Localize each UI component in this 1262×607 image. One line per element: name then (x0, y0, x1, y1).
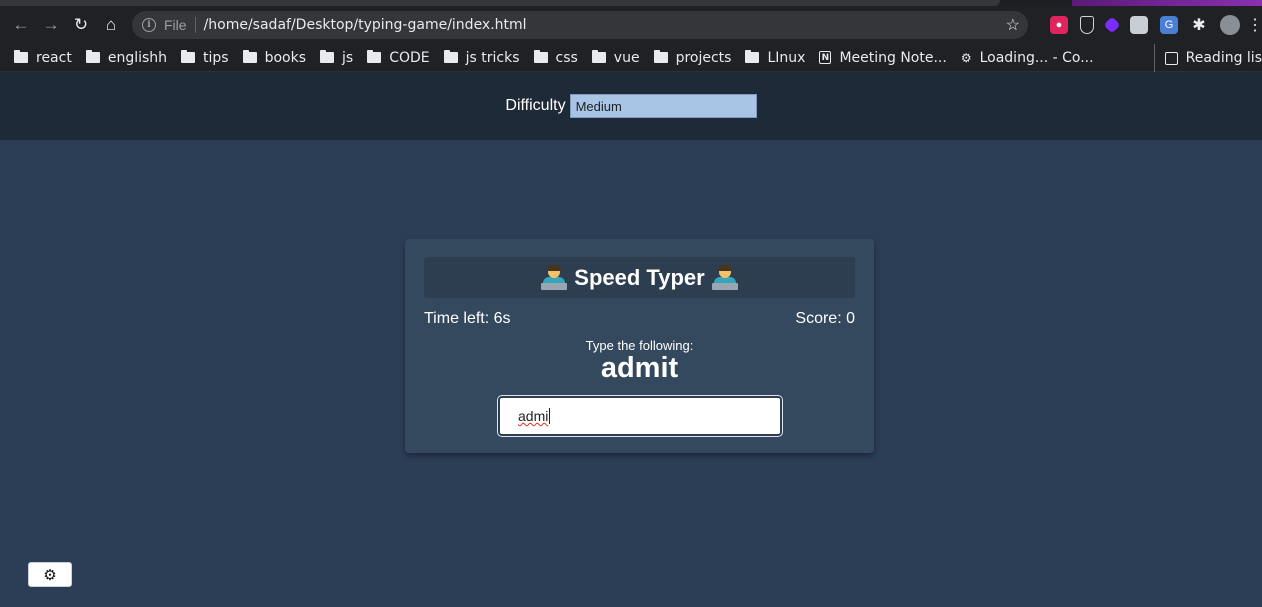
bookmark-tips[interactable]: tips (181, 50, 229, 66)
bookmark-projects[interactable]: projects (653, 49, 732, 66)
bookmark-label: books (264, 49, 307, 66)
bookmark-code[interactable]: CODE (367, 49, 430, 66)
game-title: Speed Typer (534, 264, 744, 291)
bookmark-css[interactable]: css (533, 49, 578, 66)
title-banner: Speed Typer (424, 257, 855, 298)
browser-toolbar: ← → ↻ ⌂ i File /home/sadaf/Desktop/typin… (0, 6, 1262, 44)
home-icon[interactable]: ⌂ (96, 10, 126, 40)
folder-icon (14, 50, 28, 63)
url-text[interactable]: /home/sadaf/Desktop/typing-game/index.ht… (204, 17, 527, 33)
difficulty-select[interactable]: Medium (569, 94, 757, 118)
extension-red-icon[interactable]: ● (1050, 16, 1068, 34)
extensions-area: ● G ✱ ⋮ (1050, 13, 1262, 37)
shield-extension-icon[interactable] (1080, 16, 1094, 34)
reading-list-label: Reading lis (1185, 50, 1262, 66)
more-menu-icon[interactable]: ⋮ (1247, 16, 1262, 34)
bookmark-label: css (555, 49, 578, 66)
bookmark-star-icon[interactable]: ☆ (1006, 15, 1020, 35)
folder-icon (745, 50, 760, 63)
omnibox-divider (194, 17, 196, 33)
bookmark-linux[interactable]: LInux (745, 50, 805, 66)
notion-icon: N (819, 51, 832, 64)
profile-avatar[interactable] (1220, 15, 1240, 35)
technologist-emoji-icon (711, 264, 738, 290)
settings-toggle-button[interactable]: ⚙ (28, 562, 72, 587)
bookmark-label: projects (675, 49, 732, 66)
folder-icon (242, 50, 257, 63)
difficulty-label: Difficulty (505, 97, 566, 114)
bookmark-label: js tricks (465, 49, 520, 66)
translate-extension-icon[interactable]: G (1160, 16, 1178, 34)
folder-icon (653, 50, 668, 63)
info-icon[interactable]: i (142, 18, 156, 32)
folder-icon (320, 50, 335, 63)
diamond-extension-icon[interactable] (1103, 16, 1121, 34)
bookmark-label: Meeting Note... (839, 49, 947, 66)
back-arrow-icon[interactable]: ← (6, 10, 36, 40)
bookmark-label: tips (203, 49, 229, 66)
bookmark-js[interactable]: js (320, 50, 353, 66)
bookmark-vue[interactable]: vue (591, 49, 640, 66)
game-title-text: Speed Typer (574, 264, 705, 290)
reload-icon[interactable]: ↻ (66, 10, 96, 40)
time-left: Time left: 6s (424, 310, 511, 327)
puzzle-extensions-icon[interactable]: ✱ (1190, 16, 1208, 34)
folder-icon (85, 50, 100, 63)
typing-input[interactable]: admi (498, 396, 782, 436)
forward-arrow-icon[interactable]: → (36, 10, 66, 40)
bookmark-loading[interactable]: ⚙ Loading... - Co... (961, 50, 1094, 66)
gear-icon: ⚙ (43, 566, 57, 584)
bookmark-label: LInux (767, 49, 806, 66)
folder-icon (533, 50, 548, 63)
instruction-text: Type the following: (585, 338, 694, 353)
folder-icon (443, 50, 458, 63)
bookmark-label: englishh (107, 49, 168, 66)
bookmark-books[interactable]: books (242, 49, 307, 66)
bookmark-meeting-notes[interactable]: N Meeting Note... (819, 49, 947, 66)
address-bar[interactable]: i File /home/sadaf/Desktop/typing-game/i… (132, 11, 1028, 39)
text-caret (549, 408, 551, 424)
bookmark-label: CODE (389, 49, 430, 66)
bookmark-label: vue (613, 49, 640, 66)
reading-list-icon (1164, 51, 1178, 65)
folder-icon (181, 50, 196, 63)
bookmark-js-tricks[interactable]: js tricks (443, 49, 520, 66)
reading-list-button[interactable]: Reading lis (1153, 44, 1262, 72)
bookmark-label: js (342, 49, 354, 66)
extension-gray-icon[interactable] (1130, 16, 1148, 34)
typed-text: admi (518, 408, 549, 424)
gear-icon: ⚙ (960, 50, 972, 65)
bookmarks-bar: react englishh tips books js CODE js tri… (0, 44, 1262, 72)
bookmark-react[interactable]: react (14, 50, 72, 66)
url-scheme-label: File (164, 17, 187, 33)
game-card: Speed Typer Time left: 6s Score: 0 Type … (405, 239, 874, 453)
bookmark-englishh[interactable]: englishh (85, 49, 168, 66)
target-word: admit (600, 352, 679, 384)
score: Score: 0 (795, 310, 855, 327)
settings-panel: Difficulty Medium (0, 72, 1262, 140)
folder-icon (591, 50, 606, 63)
bookmark-label: react (36, 49, 72, 66)
bookmark-label: Loading... - Co... (979, 49, 1094, 66)
technologist-emoji-icon (541, 264, 568, 290)
folder-icon (367, 50, 382, 63)
